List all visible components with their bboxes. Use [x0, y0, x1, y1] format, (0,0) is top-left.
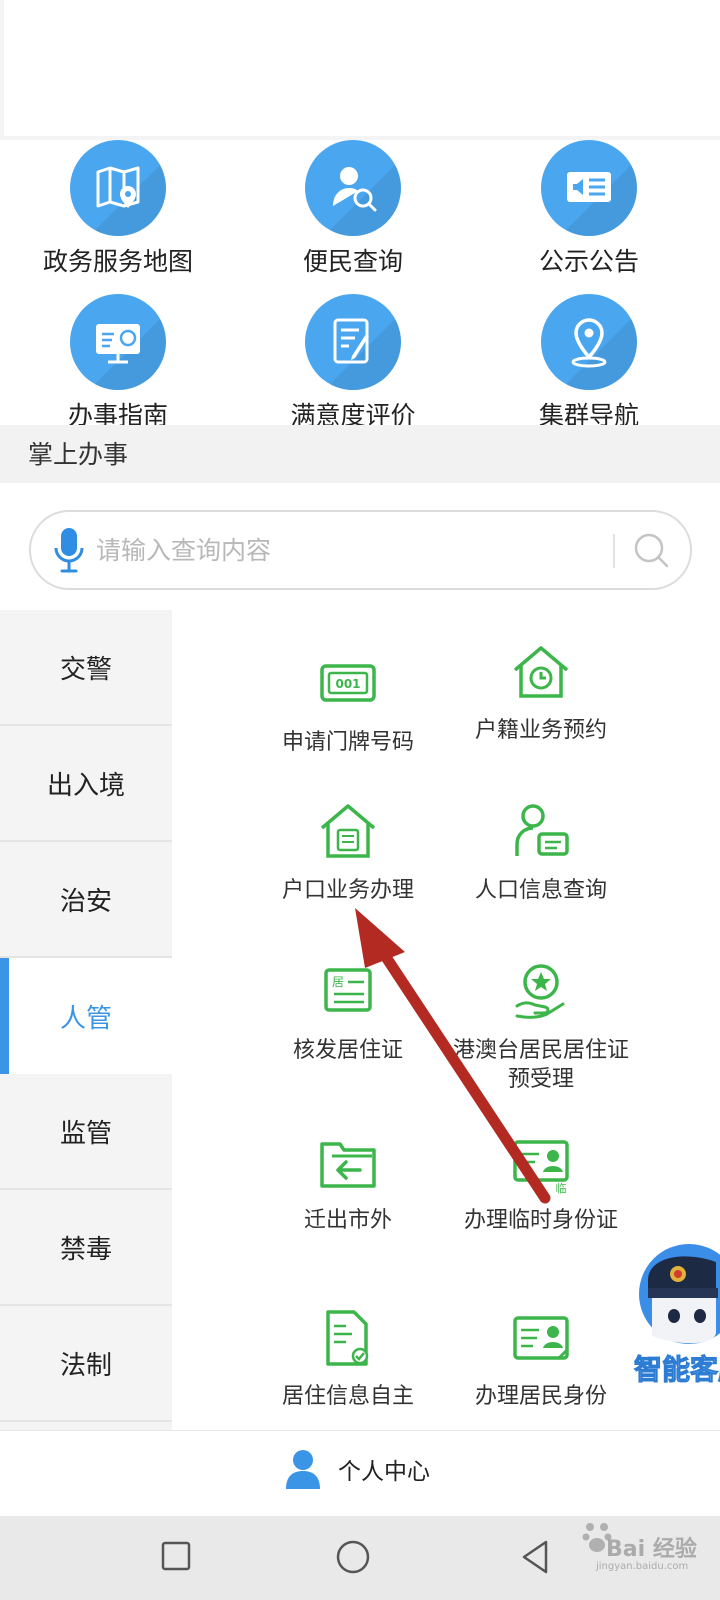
watermark-text: Bai 经验 — [606, 1537, 697, 1562]
back-icon[interactable] — [518, 1538, 552, 1576]
home-icon[interactable] — [334, 1538, 372, 1576]
smart-assistant-button[interactable]: 智能客服 — [633, 1240, 720, 1390]
bottom-tab-bar: 个人中心 — [0, 1430, 720, 1516]
user-icon — [286, 1450, 320, 1489]
assistant-label: 智能客服 — [633, 1353, 720, 1387]
annotation-arrow — [355, 908, 551, 1204]
watermark: Bai 经验 jingyan.baidu.com — [556, 1515, 716, 1575]
recent-apps-icon[interactable] — [160, 1540, 192, 1572]
watermark-url: jingyan.baidu.com — [596, 1561, 689, 1572]
tab-personal-center[interactable]: 个人中心 — [284, 1449, 430, 1489]
tab-label: 个人中心 — [338, 1459, 430, 1485]
police-robot-icon — [639, 1244, 720, 1344]
